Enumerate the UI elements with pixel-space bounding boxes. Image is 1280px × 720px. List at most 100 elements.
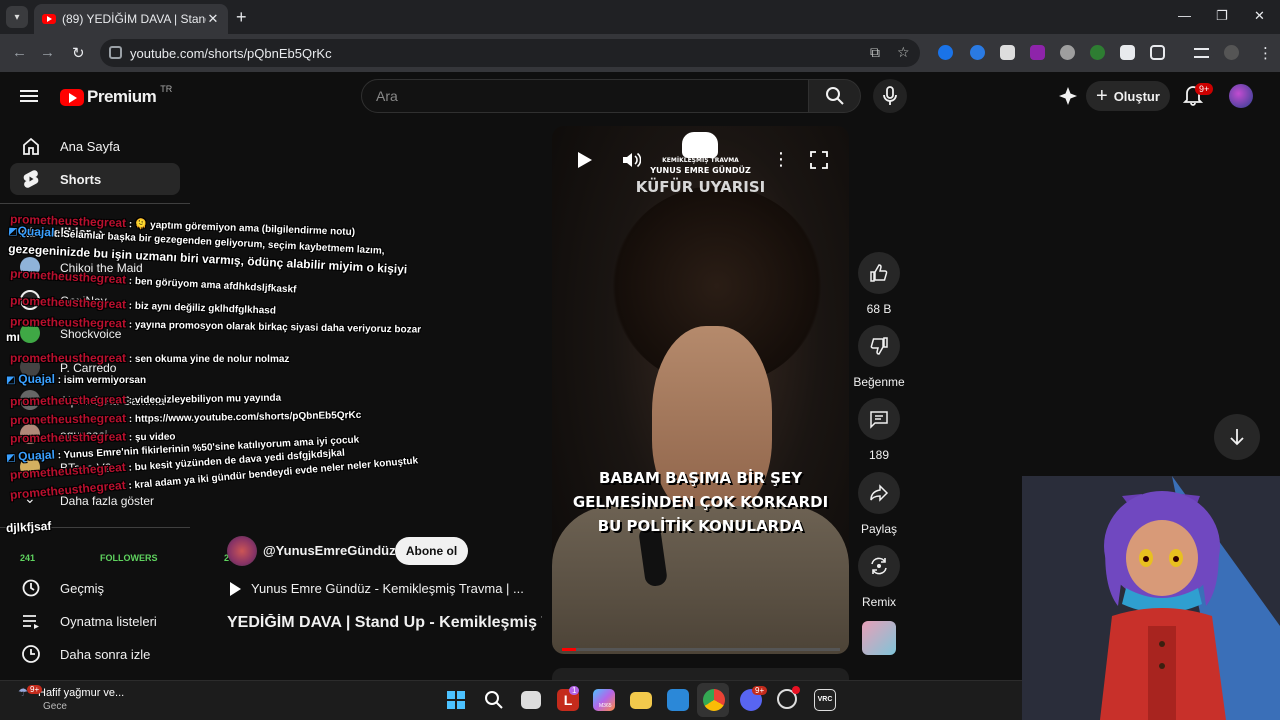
new-tab-button[interactable]: + (236, 7, 247, 28)
sidebar-item-history[interactable]: Geçmiş (10, 572, 180, 604)
taskbar-search-icon[interactable] (484, 690, 504, 710)
extensions-puzzle-icon[interactable] (1150, 45, 1165, 60)
vtuber-avatar-image (1100, 476, 1280, 720)
next-short-preview[interactable] (552, 668, 849, 680)
vrchat-icon[interactable]: VRC (814, 689, 836, 711)
premium-sparkle-icon[interactable] (1058, 86, 1078, 106)
tab-search-button[interactable]: ▾ (6, 6, 28, 28)
video-progress-bar[interactable] (562, 648, 840, 651)
file-explorer-icon[interactable] (630, 692, 652, 709)
logo-text: Premium (87, 87, 157, 106)
reading-list-icon[interactable] (1194, 48, 1209, 58)
followers-label: FOLLOWERS (100, 553, 158, 563)
sidebar-item-label: Ana Sayfa (60, 138, 120, 154)
youtube-logo[interactable]: Premium TR (60, 84, 172, 107)
extension-m-icon[interactable] (1120, 45, 1135, 60)
channel-avatar[interactable] (227, 536, 257, 566)
search-icon (825, 87, 844, 105)
play-icon[interactable] (577, 151, 593, 169)
sidebar-item-label: Daha sonra izle (60, 646, 151, 662)
search-input[interactable]: Ara (361, 79, 809, 113)
browser-tabstrip: ▾ (89) YEDİĞİM DAVA | Stand Up - Kem ✕ +… (0, 0, 1280, 34)
shorts-icon (23, 170, 39, 188)
sidebar-item-shorts[interactable]: Shorts (10, 163, 180, 195)
video-title[interactable]: YEDİĞİM DAVA | Stand Up - Kemikleşmiş Tr… (227, 614, 542, 632)
sidebar-item-watch-later[interactable]: Daha sonra izle (10, 638, 180, 670)
reload-button[interactable]: ↻ (72, 44, 85, 62)
chrome-icon[interactable] (703, 689, 725, 711)
fullscreen-icon[interactable] (810, 151, 828, 169)
extension-window-icon[interactable] (1000, 45, 1015, 60)
playlist-link[interactable]: Yunus Emre Gündüz - Kemikleşmiş Travma |… (230, 581, 524, 596)
vtuber-overlay (1022, 476, 1280, 720)
minimize-button[interactable]: — (1178, 8, 1191, 23)
browser-menu-icon[interactable]: ⋮ (1258, 44, 1273, 62)
close-window-button[interactable]: ✕ (1254, 8, 1265, 24)
remix-icon (871, 557, 887, 575)
more-options-icon[interactable]: ⋮ (772, 149, 790, 170)
create-button[interactable]: + Oluştur (1086, 81, 1170, 111)
chat-message: prometheusthegreat : sen okuma yine de n… (10, 351, 290, 365)
extension-green-icon[interactable] (1090, 45, 1105, 60)
youtube-play-icon (60, 88, 84, 106)
chat-message: prometheusthegreat : video izleyebiliyon… (9, 392, 282, 409)
volume-icon[interactable] (621, 150, 641, 170)
install-app-icon[interactable]: ⧉ (870, 44, 880, 61)
dislike-button[interactable]: Beğenme (853, 325, 905, 389)
task-view-icon[interactable] (521, 691, 541, 709)
account-avatar[interactable] (1229, 84, 1253, 108)
caption-line: BU POLİTİK KONULARDA (597, 517, 804, 535)
video-progress-fill (562, 648, 576, 651)
microphone-icon (883, 86, 897, 105)
warning-text: KÜFÜR UYARISI (635, 178, 766, 196)
comments-button[interactable]: 189 (858, 398, 900, 462)
like-button[interactable]: 68 B (858, 252, 900, 316)
windows-taskbar (0, 680, 1022, 720)
profile-avatar-icon[interactable] (1224, 45, 1239, 60)
play-icon (230, 581, 241, 596)
short-video-player[interactable]: KEMİKLEŞMİŞ TRAVMA YUNUS EMRE GÜNDÜZ KÜF… (552, 126, 849, 654)
playlist-title: Yunus Emre Gündüz - Kemikleşmiş Travma |… (251, 581, 524, 596)
search-button[interactable] (808, 79, 861, 113)
recording-dot-icon (792, 686, 800, 694)
url-text: youtube.com/shorts/pQbnEb5QrKc (130, 45, 332, 61)
sidebar-item-playlists[interactable]: Oynatma listeleri (10, 605, 180, 637)
like-count: 68 B (866, 302, 892, 316)
close-tab-icon[interactable]: ✕ (206, 11, 220, 27)
tab-title: (89) YEDİĞİM DAVA | Stand Up - Kem (62, 12, 206, 26)
hamburger-menu-icon[interactable] (20, 87, 38, 105)
remix-button[interactable]: Remix (858, 545, 900, 609)
bookmark-star-icon[interactable]: ☆ (897, 44, 910, 61)
extension-glasses-icon[interactable] (1060, 45, 1075, 60)
thumbs-up-icon (870, 264, 888, 282)
subscribe-button[interactable]: Abone ol (395, 537, 468, 565)
windows-start-icon[interactable] (446, 690, 466, 710)
channel-name[interactable]: @YunusEmreGündüz (263, 543, 396, 558)
sidebar-divider (0, 203, 190, 204)
history-icon (22, 579, 40, 597)
next-short-button[interactable] (1214, 414, 1260, 460)
back-button[interactable]: ← (12, 44, 27, 61)
ms-store-icon[interactable] (667, 689, 689, 711)
extension-audio-icon[interactable] (938, 45, 953, 60)
address-bar[interactable]: youtube.com/shorts/pQbnEb5QrKc ⧉ ☆ (100, 39, 920, 67)
extension-twitch-icon[interactable] (1030, 45, 1045, 60)
voice-search-button[interactable] (873, 79, 907, 113)
chat-message: prometheusthegreat : biz aynı değiliz gk… (9, 293, 277, 317)
sidebar-item-home[interactable]: Ana Sayfa (10, 130, 180, 162)
share-icon (870, 484, 889, 502)
share-button[interactable]: Paylaş (858, 472, 900, 536)
chat-message: prometheusthegreat : ben görüyom ama afd… (9, 266, 297, 296)
site-info-icon[interactable] (109, 46, 122, 59)
show-logo-text: KEMİKLEŞMİŞ TRAVMA (662, 157, 739, 164)
browser-tab[interactable]: (89) YEDİĞİM DAVA | Stand Up - Kem ✕ (34, 4, 228, 34)
thumbs-down-icon (870, 337, 888, 355)
forward-button[interactable]: → (40, 44, 55, 61)
show-name: YUNUS EMRE GÜNDÜZ (650, 166, 751, 175)
video-caption: BABAM BAŞIMA BİR ŞEY GELMESİNDEN ÇOK KOR… (552, 466, 849, 538)
maximize-button[interactable]: ❐ (1216, 8, 1228, 24)
weather-badge: 9+ (27, 685, 43, 694)
dislike-label: Beğenme (853, 375, 905, 389)
sound-thumbnail[interactable] (862, 621, 896, 655)
extension-shazam-icon[interactable] (970, 45, 985, 60)
